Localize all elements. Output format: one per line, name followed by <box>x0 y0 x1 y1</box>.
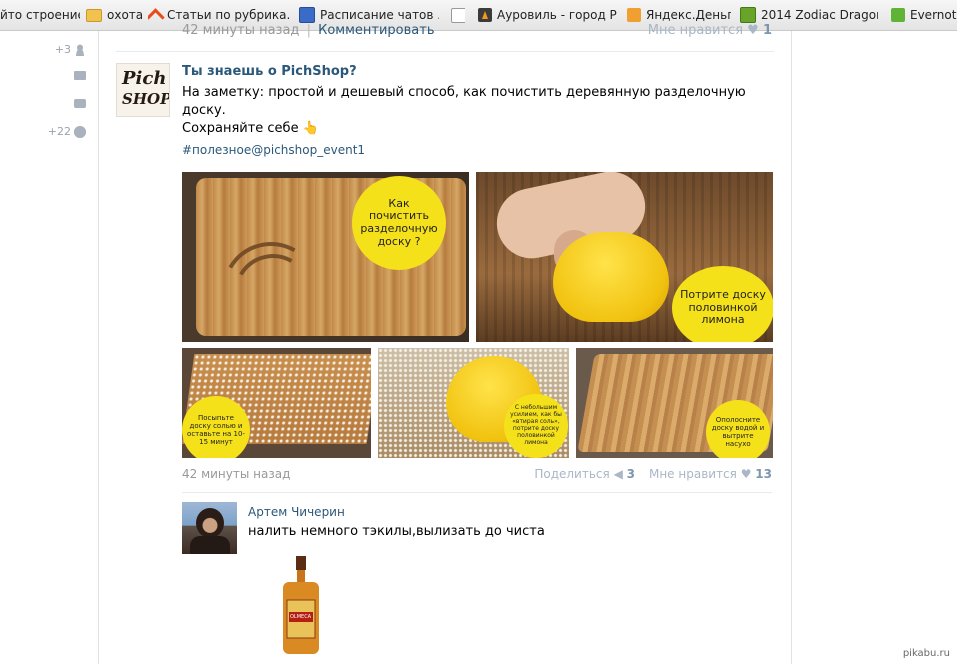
folder-icon <box>86 8 102 22</box>
separator: | <box>306 23 311 38</box>
bottle-neck <box>297 570 305 582</box>
left-rail: +3 +22 <box>0 31 98 664</box>
divider <box>182 492 772 493</box>
green-square-icon <box>740 7 756 23</box>
person-icon <box>74 43 86 56</box>
caption-badge: Ополосните доску водой и вытрите насухо <box>706 400 770 458</box>
bookmark-label: охота <box>107 8 142 22</box>
gear-icon <box>74 125 86 138</box>
bookmark-auroville[interactable]: Ауровиль - город Р... <box>478 7 618 23</box>
photo-lemon-rub[interactable]: Потрите доску половинкой лимона <box>476 172 773 342</box>
bookmark-ohota[interactable]: охота <box>86 7 142 23</box>
like-count: 1 <box>762 23 772 38</box>
comment-image-tequila-bottle[interactable]: OLMECA <box>277 556 325 656</box>
avatar-logo-line1: Pich <box>122 68 167 89</box>
rail-messages[interactable] <box>74 71 86 80</box>
bookmark-label: Ауровиль - город Р... <box>497 8 618 22</box>
previous-post-meta: 42 минуты назад | Комментировать Мне нра… <box>182 23 772 38</box>
commenter-name-link[interactable]: Артем Чичерин <box>248 505 345 519</box>
bookmark-label: Расписание чатов ... <box>320 8 439 22</box>
frame-left-border <box>98 31 99 664</box>
share-label: Поделиться <box>534 467 610 481</box>
chat-icon <box>74 99 86 108</box>
photo-lemon-salt[interactable]: С небольшим усилием, как бы «втирая соль… <box>378 348 569 458</box>
caption-badge: Посыпьте доску солью и оставьте на 10-15… <box>182 396 250 458</box>
group-avatar[interactable]: Pich SHOP <box>116 63 170 117</box>
like-label: Мне нравится <box>648 467 737 481</box>
bookmark-label: Evernote <box>910 8 957 22</box>
bookmark-evernote[interactable]: Evernote <box>891 7 957 23</box>
post-footer: 42 минуты назад Поделиться ◀ 3 Мне нрави… <box>182 467 772 481</box>
watermark: pikabu.ru <box>902 648 950 659</box>
avatar-logo-line2: SHOP <box>122 90 170 108</box>
caption-badge: Как почистить разделочную доску ? <box>352 176 446 270</box>
comment-link[interactable]: Комментировать <box>318 23 434 38</box>
megaphone-icon: ◀ <box>613 467 623 481</box>
photo-clean-board[interactable]: Ополосните доску водой и вытрите насухо <box>576 348 773 458</box>
page-icon <box>451 7 465 23</box>
post-time[interactable]: 42 минуты назад <box>182 467 290 481</box>
share-count: 3 <box>626 467 635 481</box>
caption-badge: С небольшим усилием, как бы «втирая соль… <box>504 394 568 458</box>
share-button[interactable]: Поделиться ◀ 3 <box>534 467 635 481</box>
bookmark-label: Статьи по рубрика... <box>167 8 290 22</box>
post-time[interactable]: 42 минуты назад <box>182 23 299 38</box>
heart-icon: ♥ <box>740 467 752 481</box>
bookmark-label: Яндекс.Деньги <box>646 8 731 22</box>
rail-settings[interactable]: +22 <box>48 125 86 138</box>
like-count: 13 <box>755 467 772 481</box>
settings-count: +22 <box>47 125 71 138</box>
bottle-cap <box>296 556 306 570</box>
friends-count: +3 <box>54 43 71 56</box>
bookmark-label: 2014 Zodiac Dragon... <box>761 8 878 22</box>
avatar-body <box>190 536 230 554</box>
bookmark-yandex-money[interactable]: Яндекс.Деньги <box>627 7 731 23</box>
comment-text: налить немного тэкилы,вылизать до чиста <box>248 524 545 539</box>
hashtag-link[interactable]: #полезное@pichshop_event1 <box>182 143 365 157</box>
bookmark-label: йто строение <box>0 8 80 22</box>
bookmark-zodiac[interactable]: 2014 Zodiac Dragon... <box>740 7 878 23</box>
caption-badge: Потрите доску половинкой лимона <box>672 266 773 342</box>
photo-salt[interactable]: Посыпьте доску солью и оставьте на 10-15… <box>182 348 371 458</box>
post-text-line: На заметку: простой и дешевый способ, ка… <box>182 85 746 118</box>
bottle-label-text: OLMECA <box>290 614 312 620</box>
bookmark-stroenie[interactable]: йто строение <box>0 7 80 23</box>
evernote-icon <box>891 8 905 22</box>
post-text: На заметку: простой и дешевый способ, ка… <box>182 84 762 138</box>
lemon <box>553 232 669 322</box>
rail-friends[interactable]: +3 <box>55 43 86 56</box>
like-button[interactable]: Мне нравится ♥ 1 <box>648 23 772 38</box>
divider <box>116 51 774 52</box>
auroville-icon <box>478 8 492 22</box>
shield-icon <box>299 7 315 23</box>
photo-board[interactable]: Как почистить разделочную доску ? <box>182 172 469 342</box>
post-author-link[interactable]: Ты знаешь о PichShop? <box>182 64 357 79</box>
mail-icon <box>74 71 86 80</box>
avatar-head <box>196 508 224 538</box>
like-button[interactable]: Мне нравится ♥ 13 <box>649 467 772 481</box>
bottle-graphic <box>283 556 319 654</box>
bookmark-blank-page[interactable] <box>451 7 465 23</box>
heart-icon: ♥ <box>747 23 759 38</box>
rail-comments[interactable] <box>74 99 86 108</box>
post-text-line: Сохраняйте себе 👆 <box>182 121 319 136</box>
like-label: Мне нравится <box>647 23 744 38</box>
yandex-money-icon <box>627 8 641 22</box>
commenter-avatar[interactable] <box>182 502 237 554</box>
frame-right-border <box>791 31 792 664</box>
caret-icon <box>148 8 162 22</box>
bookmark-raspisanie[interactable]: Расписание чатов ... <box>299 7 439 23</box>
bookmark-statyi[interactable]: Статьи по рубрика... <box>148 7 290 23</box>
post-actions: Поделиться ◀ 3 Мне нравится ♥ 13 <box>534 467 772 481</box>
